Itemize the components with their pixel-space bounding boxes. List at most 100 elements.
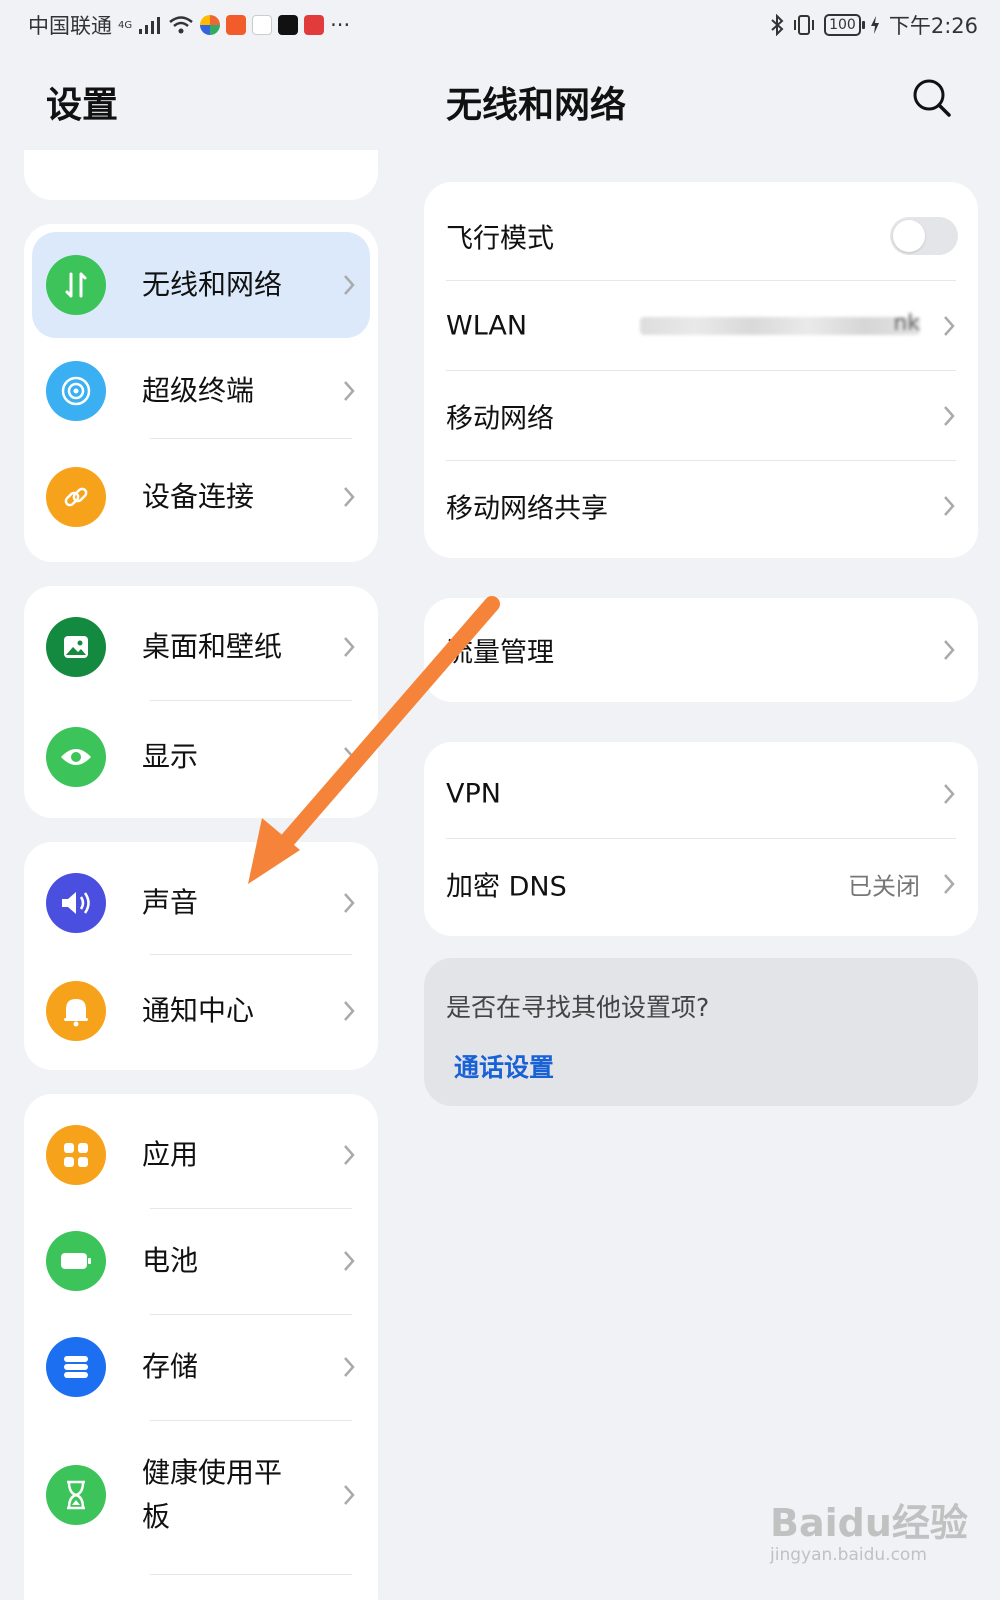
divider (446, 280, 956, 281)
youku-icon (252, 15, 273, 35)
vpn-label: VPN (446, 778, 501, 810)
status-bar: 中国联通 4G ··· 100 下午2:26 (0, 0, 1000, 48)
sidebar-item-label: 应用 (142, 1138, 199, 1171)
sidebar-item-label: 电池 (142, 1244, 199, 1277)
hotspot-row[interactable]: 移动网络共享 (424, 462, 978, 550)
link-icon (46, 467, 106, 527)
network-group-main: 飞行模式 WLAN nk 移动网络 移动网络共享 (424, 182, 978, 558)
encrypted-dns-row[interactable]: 加密 DNS 已关闭 (424, 840, 978, 928)
wlan-network-name-tail: nk (893, 311, 920, 336)
bell-icon (46, 981, 106, 1041)
divider (150, 700, 352, 701)
sidebar-item-notifications[interactable]: 通知中心 (32, 958, 370, 1064)
chevron-right-icon (344, 1357, 355, 1377)
toutiao-icon (304, 15, 325, 35)
network-type: 4G (118, 19, 133, 31)
divider (150, 954, 352, 955)
settings-group-connectivity: 无线和网络 超级终端 设备连接 (24, 224, 378, 562)
more-notifications: ··· (330, 13, 351, 37)
tablet-screen: 中国联通 4G ··· 100 下午2:26 设置 无线和网络 无线和网络 超级… (0, 0, 1000, 1600)
network-group-traffic: 流量管理 (424, 598, 978, 702)
vpn-row[interactable]: VPN (424, 750, 978, 838)
chevron-right-icon (344, 381, 355, 401)
suggestion-question: 是否在寻找其他设置项? (446, 993, 710, 1022)
search-button[interactable] (910, 76, 954, 120)
mobile-network-row[interactable]: 移动网络 (424, 372, 978, 460)
traffic-management-label: 流量管理 (446, 637, 554, 669)
divider (446, 460, 956, 461)
traffic-management-row[interactable]: 流量管理 (424, 606, 978, 694)
chevron-right-icon (944, 316, 955, 336)
sidebar-item-super-terminal[interactable]: 超级终端 (32, 338, 370, 444)
sidebar-item-label: 超级终端 (142, 374, 255, 407)
divider (150, 1574, 352, 1575)
battery-icon (46, 1231, 106, 1291)
wallpaper-icon (46, 617, 106, 677)
settings-card-partial (24, 150, 378, 200)
baidu-watermark: Baidu经验 jingyan.baidu.com (770, 1492, 970, 1582)
vibrate-icon (794, 15, 815, 35)
sidebar-item-label: 显示 (142, 740, 199, 773)
sidebar-item-display[interactable]: 显示 (32, 704, 370, 810)
page-title: 无线和网络 (446, 85, 627, 126)
divider (446, 838, 956, 839)
chevron-right-icon (344, 1001, 355, 1021)
watermark-brand: Baidu经验 (770, 1501, 968, 1545)
chevron-right-icon (944, 406, 955, 426)
carrier-label: 中国联通 (28, 14, 112, 38)
chevron-right-icon (944, 640, 955, 660)
chevron-right-icon (344, 1485, 355, 1505)
chevron-right-icon (344, 1145, 355, 1165)
app-notification-icon (226, 15, 247, 35)
sidebar-item-apps[interactable]: 应用 (32, 1102, 370, 1208)
chevron-right-icon (344, 275, 355, 295)
sidebar-item-digital-balance[interactable]: 健康使用平板 (32, 1420, 370, 1570)
chevron-right-icon (344, 893, 355, 913)
divider (446, 370, 956, 371)
encrypted-dns-status: 已关闭 (848, 872, 920, 901)
airplane-mode-toggle[interactable] (890, 217, 958, 255)
signal-icon (139, 17, 161, 34)
sidebar-item-storage[interactable]: 存储 (32, 1314, 370, 1420)
bluetooth-icon (771, 14, 784, 36)
call-settings-link[interactable]: 通话设置 (454, 1048, 554, 1084)
eye-icon (46, 727, 106, 787)
sidebar-item-label: 声音 (142, 886, 199, 919)
sidebar-item-battery[interactable]: 电池 (32, 1208, 370, 1314)
chevron-right-icon (944, 784, 955, 804)
network-group-vpn: VPN 加密 DNS 已关闭 (424, 742, 978, 936)
sidebar-item-wallpaper[interactable]: 桌面和壁纸 (32, 594, 370, 700)
hourglass-icon (46, 1465, 106, 1525)
clock: 下午2:26 (888, 14, 978, 38)
sidebar-item-label: 无线和网络 (142, 268, 283, 301)
speaker-icon (46, 873, 106, 933)
watermark-url: jingyan.baidu.com (770, 1545, 927, 1565)
sidebar-item-label: 设备连接 (142, 480, 255, 513)
charging-icon (870, 16, 879, 34)
wlan-row[interactable]: WLAN nk (424, 282, 978, 370)
sidebar-item-sound[interactable]: 声音 (32, 850, 370, 956)
wifi-icon (169, 16, 193, 34)
wlan-label: WLAN (446, 310, 528, 342)
chevron-right-icon (344, 487, 355, 507)
settings-group-sound: 声音 通知中心 (24, 842, 378, 1070)
sidebar-item-label: 存储 (142, 1350, 199, 1383)
sidebar-item-label: 桌面和壁纸 (142, 630, 283, 663)
storage-icon (46, 1337, 106, 1397)
search-icon (913, 79, 951, 117)
encrypted-dns-label: 加密 DNS (446, 871, 567, 903)
suggestion-card: 是否在寻找其他设置项? 通话设置 (424, 958, 978, 1106)
settings-group-system: 应用 电池 存储 健康使用平板 (24, 1094, 378, 1600)
chevron-right-icon (344, 747, 355, 767)
airplane-mode-row: 飞行模式 (424, 192, 978, 280)
sidebar-item-label: 通知中心 (142, 994, 255, 1027)
chevron-right-icon (944, 874, 955, 894)
chevron-right-icon (344, 1251, 355, 1271)
battery-indicator: 100 (824, 14, 865, 36)
sidebar-item-wireless-network[interactable]: 无线和网络 (32, 232, 370, 338)
divider (150, 438, 352, 439)
sidebar-item-device-connection[interactable]: 设备连接 (32, 444, 370, 550)
tiktok-icon (278, 15, 299, 35)
apps-grid-icon (46, 1125, 106, 1185)
hotspot-label: 移动网络共享 (446, 493, 608, 525)
